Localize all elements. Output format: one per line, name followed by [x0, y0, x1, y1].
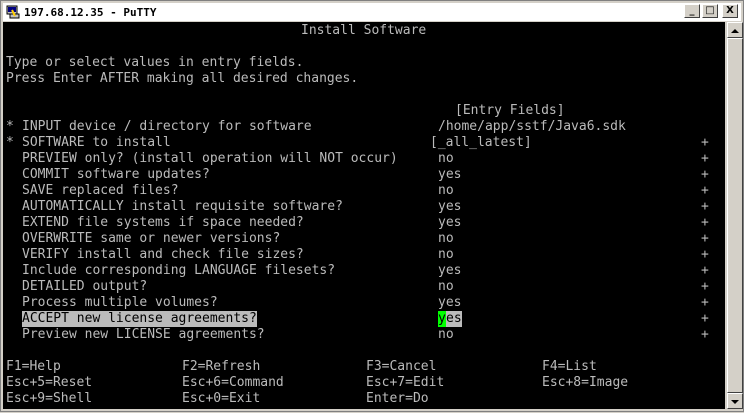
function-key[interactable]: Esc+5=Reset [6, 375, 92, 391]
function-key[interactable]: Esc+6=Command [182, 375, 284, 391]
list-indicator: + [701, 327, 709, 342]
entry-field-value[interactable]: no [438, 247, 454, 263]
minimize-button[interactable]: _ [684, 4, 700, 18]
list-indicator: + [701, 215, 709, 230]
entry-field-row[interactable]: Preview new LICENSE agreements? no + [3, 327, 725, 343]
screen-header: Install Software [301, 23, 427, 38]
entry-fields-header: [Entry Fields] [455, 103, 565, 118]
list-indicator: + [701, 247, 709, 262]
entry-field-row[interactable]: Include corresponding LANGUAGE filesets?… [3, 263, 725, 279]
function-key[interactable]: F1=Help [6, 359, 61, 375]
scroll-up-button[interactable] [727, 22, 743, 38]
entry-field-label: PREVIEW only? (install operation will NO… [22, 151, 398, 166]
entry-field-label: INPUT device / directory for software [22, 119, 312, 134]
entry-field-row[interactable]: ACCEPT new license agreements? y es + [3, 311, 725, 327]
text-cursor[interactable]: y [438, 311, 446, 327]
arrow-up-icon [731, 29, 739, 33]
list-indicator: + [701, 135, 709, 150]
entry-field-label: SAVE replaced files? [22, 183, 179, 198]
putty-icon [6, 5, 20, 19]
entry-field-row[interactable]: * SOFTWARE to install [_all_latest] + [3, 135, 725, 151]
entry-field-row[interactable]: VERIFY install and check file sizes? no + [3, 247, 725, 263]
entry-field-row[interactable]: DETAILED output? no + [3, 279, 725, 295]
entry-field-value[interactable]: no [438, 183, 454, 199]
entry-field-label: OVERWRITE same or newer versions? [22, 231, 281, 246]
function-key[interactable]: F2=Refresh [182, 359, 260, 375]
entry-field-label: ACCEPT new license agreements? [22, 311, 257, 327]
entry-field-row[interactable]: SAVE replaced files? no + [3, 183, 725, 199]
instruction-line: Press Enter AFTER making all desired cha… [6, 71, 359, 86]
function-key[interactable]: Esc+7=Edit [366, 375, 444, 391]
entry-field-value[interactable]: [_all_latest] [430, 135, 532, 151]
list-indicator: + [701, 295, 709, 310]
list-indicator: + [701, 231, 709, 246]
scroll-down-button[interactable] [727, 393, 743, 409]
required-marker: * [6, 135, 14, 150]
entry-field-value[interactable]: yes [438, 199, 461, 215]
entry-field-label: Preview new LICENSE agreements? [22, 327, 265, 342]
close-button[interactable]: X [722, 4, 738, 18]
entry-field-row[interactable]: COMMIT software updates? yes + [3, 167, 725, 183]
putty-window: 197.68.12.35 - PuTTY _ □ X Install Softw… [0, 0, 744, 412]
function-key[interactable]: F3=Cancel [366, 359, 436, 375]
entry-field-value[interactable]: /home/app/sstf/Java6.sdk [438, 119, 626, 135]
required-marker: * [6, 119, 14, 134]
function-key[interactable]: F4=List [542, 359, 597, 375]
scrollbar-thumb[interactable] [727, 38, 743, 393]
entry-field-label: SOFTWARE to install [22, 135, 171, 150]
entry-field-row[interactable]: Process multiple volumes? yes + [3, 295, 725, 311]
entry-field-value[interactable]: no [438, 279, 454, 295]
entry-field-value[interactable]: yes [438, 167, 461, 183]
list-indicator: + [701, 199, 709, 214]
entry-field-row[interactable]: * INPUT device / directory for software/h… [3, 119, 725, 135]
list-indicator: + [701, 279, 709, 294]
entry-field-row[interactable]: PREVIEW only? (install operation will NO… [3, 151, 725, 167]
vertical-scrollbar[interactable] [727, 22, 743, 409]
entry-field-label: COMMIT software updates? [22, 167, 210, 182]
entry-field-value[interactable]: no [438, 327, 454, 343]
list-indicator: + [701, 151, 709, 166]
function-key[interactable]: Esc+9=Shell [6, 391, 92, 407]
entry-field-value[interactable]: yes [438, 215, 461, 231]
list-indicator: + [701, 311, 709, 326]
entry-field-row[interactable]: OVERWRITE same or newer versions? no + [3, 231, 725, 247]
function-key[interactable]: Enter=Do [366, 391, 429, 407]
window-title: 197.68.12.35 - PuTTY [24, 5, 157, 19]
entry-field-label: EXTEND file systems if space needed? [22, 215, 304, 230]
function-key[interactable]: Esc+0=Exit [182, 391, 260, 407]
entry-field-value[interactable]: no [438, 151, 454, 167]
arrow-down-icon [731, 400, 739, 404]
entry-field-row[interactable]: AUTOMATICALLY install requisite software… [3, 199, 725, 215]
entry-field-value[interactable]: no [438, 231, 454, 247]
instruction-line: Type or select values in entry fields. [6, 55, 304, 70]
list-indicator: + [701, 167, 709, 182]
entry-field-label: Process multiple volumes? [22, 295, 218, 310]
function-key[interactable]: Esc+8=Image [542, 375, 628, 391]
entry-field-value[interactable]: es [446, 311, 462, 327]
entry-field-value[interactable]: yes [438, 295, 461, 311]
list-indicator: + [701, 183, 709, 198]
entry-field-label: AUTOMATICALLY install requisite software… [22, 199, 343, 214]
entry-field-label: Include corresponding LANGUAGE filesets? [22, 263, 336, 278]
title-bar[interactable]: 197.68.12.35 - PuTTY _ □ X [3, 3, 741, 21]
entry-field-row[interactable]: EXTEND file systems if space needed? yes + [3, 215, 725, 231]
entry-field-label: VERIFY install and check file sizes? [22, 247, 304, 262]
maximize-button[interactable]: □ [702, 4, 718, 18]
entry-field-value[interactable]: yes [438, 263, 461, 279]
terminal-screen[interactable]: Install Software Type or select values i… [3, 22, 725, 409]
entry-field-label: DETAILED output? [22, 279, 148, 294]
list-indicator: + [701, 263, 709, 278]
